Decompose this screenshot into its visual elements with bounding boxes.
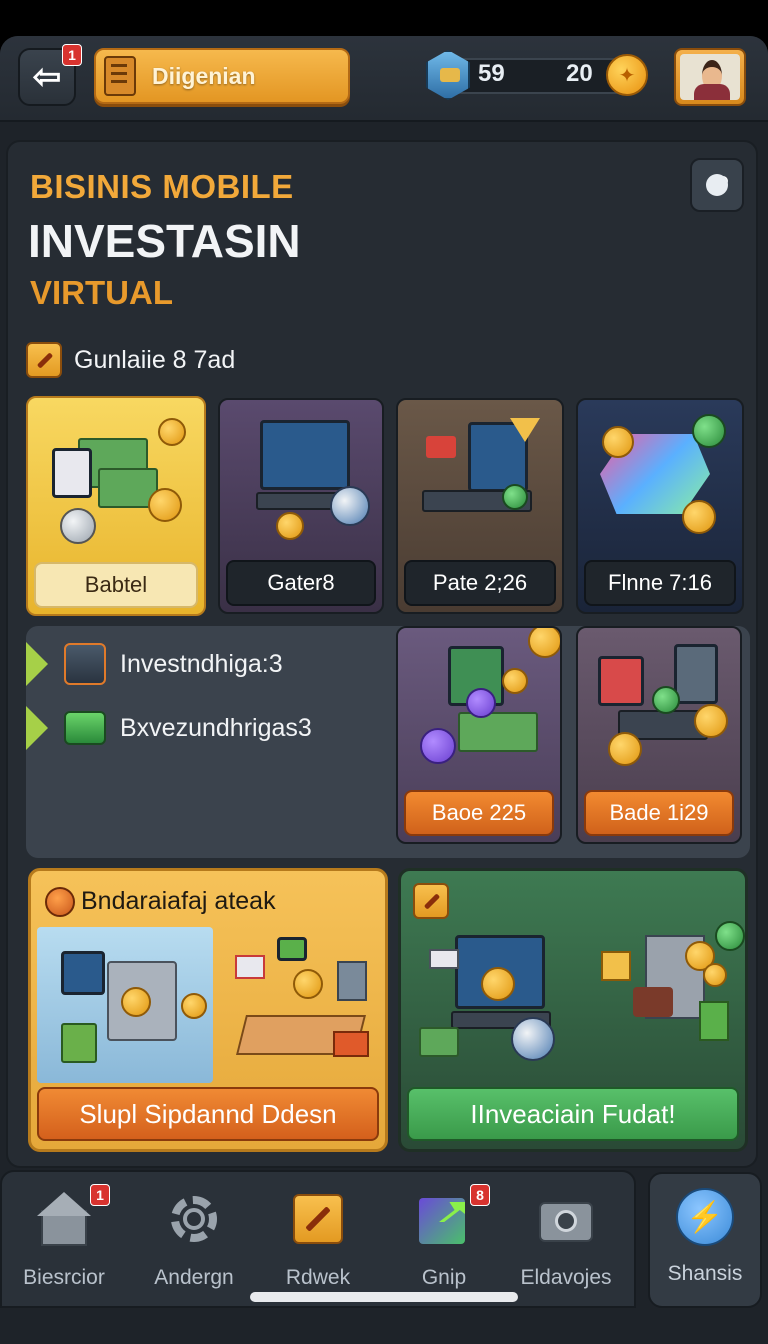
nav-item-home[interactable]: 1 Biesrcior — [4, 1180, 124, 1300]
investment-card-5[interactable]: Baoe 225 — [396, 626, 562, 844]
lightning-icon: ⚡ — [676, 1188, 734, 1246]
cash-stack-icon — [64, 711, 106, 745]
nav-label: Gnip — [421, 1266, 467, 1289]
money-bag-icon — [45, 887, 75, 917]
promo-card-left: Bndaraiafaj ateak Slupl Sipdannd Ddesn — [28, 868, 388, 1152]
side-list-item-2[interactable]: Bxvezundhrigas3 — [26, 706, 312, 750]
title-button[interactable]: Diigenian — [94, 48, 350, 104]
main-panel: BISINIS MOBILE INVESTASIN VIRTUAL Gunlai… — [6, 140, 758, 1168]
back-badge: 1 — [62, 44, 82, 66]
home-icon — [37, 1192, 91, 1246]
sword-icon — [413, 883, 449, 919]
close-button[interactable] — [690, 158, 744, 212]
sword-icon — [291, 1192, 345, 1246]
nav-action-button[interactable]: ⚡ Shansis — [648, 1172, 762, 1308]
hero-title-line3: VIRTUAL — [30, 274, 173, 311]
nav-item-growth[interactable]: 8 Gnip — [384, 1180, 504, 1300]
camera-icon — [539, 1192, 593, 1246]
home-indicator — [250, 1292, 518, 1302]
nav-label: Andergn — [154, 1266, 234, 1289]
section-header: Gunlaiie 8 7ad — [26, 342, 235, 378]
sword-icon — [26, 342, 62, 378]
card-label: Flnne 7:16 — [584, 560, 736, 606]
nav-action-label: Shansis — [667, 1262, 743, 1285]
hero-title-line2: INVESTASIN — [28, 215, 301, 267]
promo-card-right: IInveaciain Fudat! — [398, 868, 748, 1152]
investment-card-6[interactable]: Bade 1i29 — [576, 626, 742, 844]
card-label: Babtel — [34, 562, 198, 608]
top-bar: ⇦ 1 Diigenian 59 20 ✦ — [0, 36, 768, 122]
side-list-panel: Investndhiga:3 Bxvezundhrigas3 Baoe 225 — [26, 626, 750, 858]
promo-left-button[interactable]: Slupl Sipdannd Ddesn — [37, 1087, 379, 1141]
promo-left-art-2 — [227, 931, 377, 1081]
promo-right-art-2 — [589, 921, 745, 1081]
back-button[interactable]: ⇦ 1 — [18, 44, 82, 106]
title-button-label: Diigenian — [152, 62, 256, 89]
chevron-right-icon — [26, 642, 48, 686]
nav-home-badge: 1 — [90, 1184, 110, 1206]
side-list-item-1[interactable]: Investndhiga:3 — [26, 642, 283, 686]
nav-label: Rdwek — [285, 1266, 351, 1289]
avatar[interactable] — [674, 48, 746, 106]
card-label: Baoe 225 — [404, 790, 554, 836]
side-list-label: Bxvezundhrigas3 — [120, 713, 312, 742]
nav-item-camera[interactable]: Eldavojes — [506, 1180, 626, 1300]
nav-item-settings[interactable]: Andergn — [134, 1180, 254, 1300]
coin-icon[interactable]: ✦ — [606, 54, 648, 96]
gear-icon — [167, 1192, 221, 1246]
avatar-portrait — [680, 54, 740, 100]
promo-left-art-1 — [37, 927, 213, 1083]
nav-label: Biesrcior — [23, 1266, 105, 1289]
investment-card-1[interactable]: Babtel — [26, 396, 206, 616]
investment-card-4[interactable]: Flnne 7:16 — [576, 398, 744, 614]
back-arrow-icon: ⇦ — [32, 58, 62, 96]
nav-item-reward[interactable]: Rdwek — [258, 1180, 378, 1300]
promo-right-button[interactable]: IInveaciain Fudat! — [407, 1087, 739, 1141]
hero-title-line1: BISINIS MOBILE — [30, 168, 294, 205]
investment-card-3[interactable]: Pate 2;26 — [396, 398, 564, 614]
toolbox-icon — [64, 643, 106, 685]
nav-label: Eldavojes — [520, 1266, 612, 1289]
card-label: Pate 2;26 — [404, 560, 556, 606]
chevron-right-icon — [26, 706, 48, 750]
investment-card-2[interactable]: Gater8 — [218, 398, 384, 614]
coin-count: 20 — [566, 60, 593, 87]
card-label: Gater8 — [226, 560, 376, 606]
card-label: Bade 1i29 — [584, 790, 734, 836]
section-title: Gunlaiie 8 7ad — [74, 345, 236, 374]
nav-growth-badge: 8 — [470, 1184, 490, 1206]
side-list-label: Investndhiga:3 — [120, 649, 283, 678]
promo-right-art-1 — [415, 927, 575, 1077]
promo-left-title: Bndaraiafaj ateak — [81, 887, 276, 915]
game-app: ⇦ 1 Diigenian 59 20 ✦ BISINIS MOBILE INV… — [0, 36, 768, 1344]
gem-count: 59 — [478, 60, 505, 87]
chart-arrow-icon — [417, 1192, 471, 1246]
document-icon — [104, 56, 136, 96]
